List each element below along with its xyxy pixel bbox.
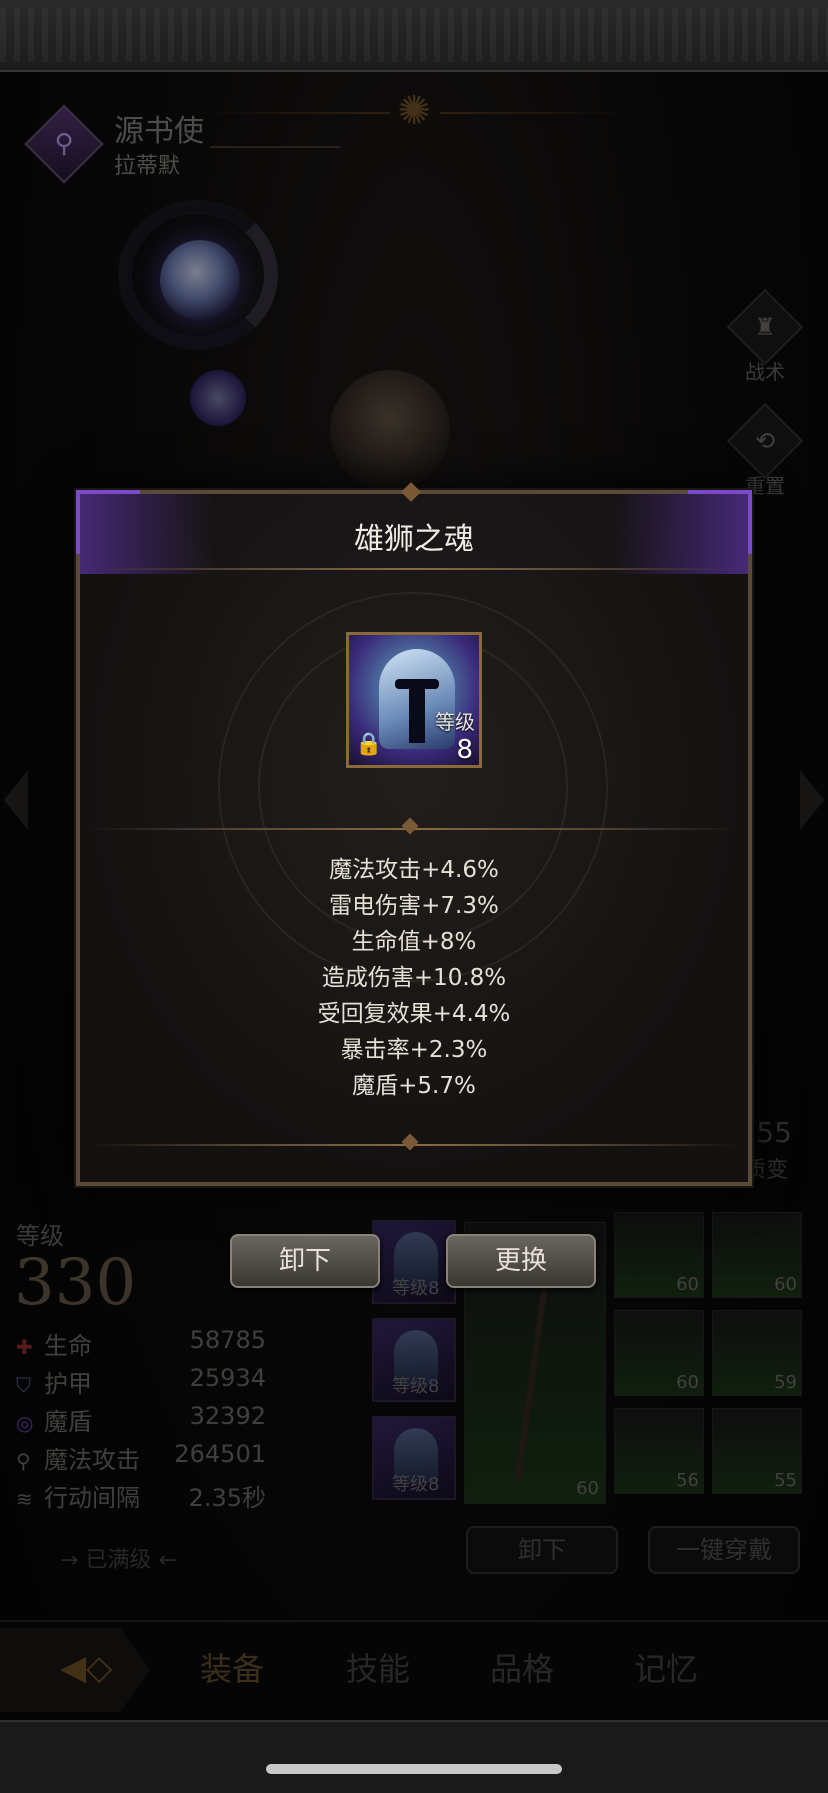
item-stat: 造成伤害+10.8% [321,965,507,991]
stat-value: 58785 [189,1326,266,1354]
action-interval-icon: ≋ [16,1487,33,1511]
item-stat: 生命值+8% [351,929,477,955]
gear-level: 60 [676,1274,699,1295]
soul-slot-3[interactable]: 等级8 [372,1416,456,1500]
stat-value: 2.35秒 [188,1484,266,1512]
class-name: 源书使 [114,114,204,149]
staff-gem [190,370,246,426]
item-stat: 魔盾+5.7% [352,1073,476,1099]
gear-level: 60 [676,1372,699,1393]
bottom-ornament [401,1133,419,1151]
title-divider [90,568,738,570]
lock-icon[interactable]: 🔒 [355,732,382,757]
item-stats-list: 魔法攻击+4.6% 雷电伤害+7.3% 生命值+8% 造成伤害+10.8% 受回… [80,852,748,1104]
staff-orb [160,240,240,320]
bottom-frame [0,1720,828,1793]
unequip-all-button[interactable]: 卸下 [466,1526,618,1574]
stat-value: 264501 [174,1440,266,1468]
gear-slot-helmet[interactable]: 60 [614,1212,704,1298]
crest-line-right [440,112,630,114]
stat-row-action-interval: ≋ 行动间隔 2.35秒 [16,1478,266,1514]
reset-icon: ⟲ [726,402,804,480]
crest-emblem-icon: ✺ [397,88,431,134]
gear-slot-armor[interactable]: 60 [712,1212,802,1298]
item-stat: 暴击率+2.3% [340,1037,488,1063]
magic-attack-icon: ⚲ [16,1449,31,1473]
unequip-button[interactable]: 卸下 [230,1234,380,1288]
stat-value: 25934 [189,1364,266,1392]
item-level-label: 等级 [435,710,475,734]
gear-level: 60 [774,1274,797,1295]
gear-level: 59 [774,1372,797,1393]
stat-row-health: ✚ 生命 58785 [16,1326,266,1362]
stat-row-magic-attack: ⚲ 魔法攻击 264501 [16,1440,266,1476]
gear-slot-gloves[interactable]: 60 [614,1310,704,1396]
soul-slot-2[interactable]: 等级8 [372,1318,456,1402]
tab-skills[interactable]: 技能 [346,1644,410,1690]
max-level-text: → 已满级 ← [60,1548,177,1573]
modal-title: 雄狮之魂 [354,522,474,557]
home-indicator[interactable] [266,1764,562,1774]
soul-slot-1[interactable]: 等级8 [372,1220,456,1304]
stat-value: 32392 [189,1402,266,1430]
character-name: 拉蒂默 [114,154,181,179]
back-arrow-icon: ◀◇ [60,1648,113,1688]
gear-slot-amulet[interactable]: 56 [614,1408,704,1494]
item-icon: 🔒 等级 8 [346,632,482,768]
item-stat: 雷电伤害+7.3% [329,893,499,919]
gear-level: 56 [676,1470,699,1491]
gear-slot-legs[interactable]: 55 [712,1408,802,1494]
stat-row-magic-shield: ◎ 魔盾 32392 [16,1402,266,1438]
next-character-arrow-icon[interactable] [800,770,824,830]
prev-character-arrow-icon[interactable] [4,770,28,830]
tactics-button[interactable]: ♜ 战术 [726,288,804,385]
level-value: 330 [14,1246,137,1320]
armor-icon: ⛉ [16,1373,31,1397]
weapon-level: 60 [576,1478,599,1499]
item-stat: 受回复效果+4.4% [317,1001,511,1027]
item-detail-modal: 雄狮之魂 🔒 等级 8 魔法攻击+4.6% 雷电伤害+7.3% 生命值+8% 造… [76,482,752,1186]
slot-level: 等级8 [392,1376,440,1397]
magic-shield-icon: ◎ [16,1411,34,1435]
reset-button[interactable]: ⟲ 重置 [726,402,804,499]
character-portrait [330,370,450,490]
back-button[interactable]: ◀◇ [0,1628,150,1712]
stat-label: 魔盾 [44,1408,92,1436]
header-divider [210,146,340,148]
gear-level: 55 [774,1470,797,1491]
stat-label: 生命 [44,1332,92,1360]
stat-row-armor: ⛉ 护甲 25934 [16,1364,266,1400]
slot-level: 等级8 [392,1474,440,1495]
top-frame [0,0,828,72]
gear-slot-boots[interactable]: 59 [712,1310,802,1396]
tab-traits[interactable]: 品格 [490,1644,554,1690]
stat-label: 护甲 [44,1370,92,1398]
health-icon: ✚ [16,1335,33,1359]
stat-label: 行动间隔 [44,1484,140,1512]
evolve-value: 55 [756,1116,792,1149]
tactics-icon: ♜ [726,288,804,366]
tab-memory[interactable]: 记忆 [634,1644,698,1690]
stat-label: 魔法攻击 [44,1446,140,1474]
equip-all-button[interactable]: 一键穿戴 [648,1526,800,1574]
max-level-label: 已满级 [85,1548,152,1573]
tab-equipment[interactable]: 装备 [200,1644,264,1690]
helmet-visor-slit [409,683,425,743]
item-stat: 魔法攻击+4.6% [329,857,499,883]
replace-button[interactable]: 更换 [446,1234,596,1288]
crest-line-left [200,112,390,114]
slot-level: 等级8 [392,1278,440,1299]
item-level-value: 8 [456,735,473,765]
